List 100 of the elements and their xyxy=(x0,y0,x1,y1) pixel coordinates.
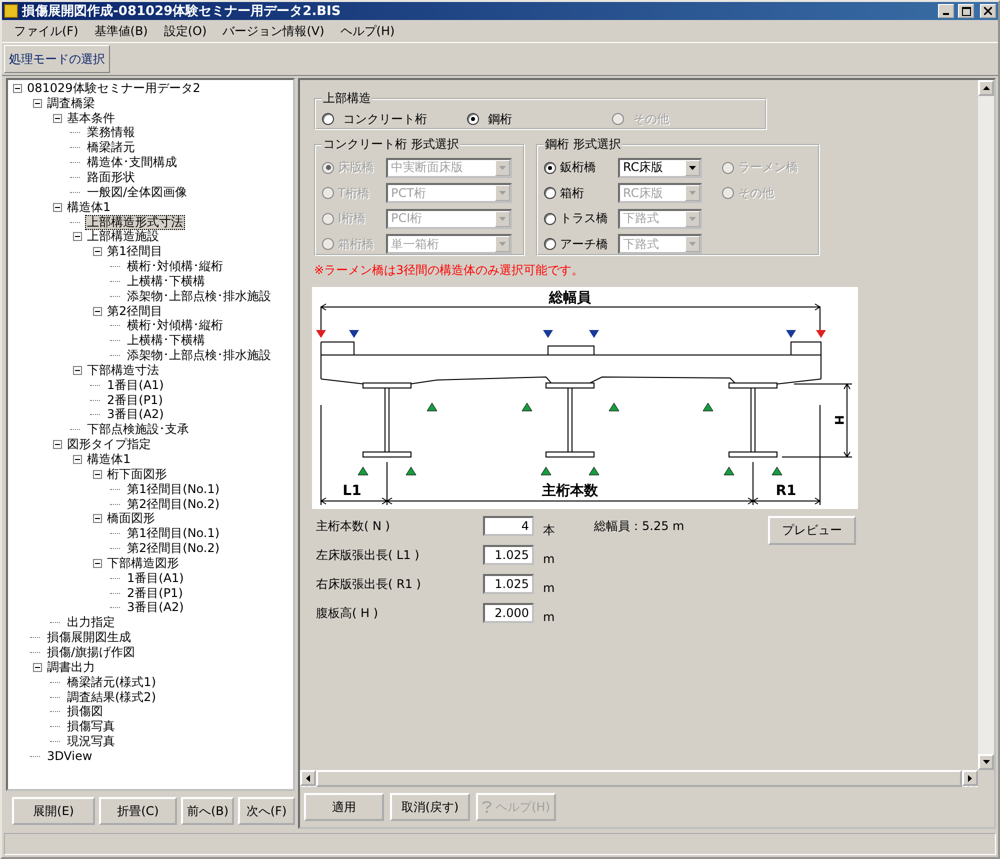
tree-item[interactable]: 調査橋梁 xyxy=(45,96,97,111)
tree-item[interactable]: 調書出力 xyxy=(45,660,97,675)
dimension-label: 総幅員 xyxy=(549,290,591,306)
radio-button[interactable] xyxy=(544,187,556,200)
input-field[interactable]: 2.000 xyxy=(483,603,534,623)
tree-item[interactable]: 第1径間目 xyxy=(105,244,165,260)
collapse-icon[interactable] xyxy=(33,98,42,108)
collapse-icon[interactable] xyxy=(53,440,62,450)
tree-item[interactable]: 3番目(A2) xyxy=(105,407,166,422)
tree-item[interactable]: 損傷写真 xyxy=(65,719,117,734)
collapse-icon[interactable] xyxy=(73,366,82,375)
dialog-button[interactable]: 取消(戻す) xyxy=(390,793,470,821)
tree-item[interactable]: 損傷/旗揚げ作図 xyxy=(45,644,138,660)
tree-item[interactable]: 桁下面図形 xyxy=(105,466,169,482)
menu-item[interactable]: ヘルプ(H) xyxy=(332,20,403,42)
tree-nav-button[interactable]: 次へ(F) xyxy=(238,797,295,825)
tree-nav-button[interactable]: 前へ(B) xyxy=(181,797,234,825)
radio-button[interactable] xyxy=(322,113,334,125)
menu-item[interactable]: ファイル(F) xyxy=(6,20,86,42)
tree-item[interactable]: 第1径間目(No.1) xyxy=(125,482,222,497)
scroll-left-icon[interactable] xyxy=(300,770,316,786)
mode-select-button[interactable]: 処理モードの選択 xyxy=(4,45,110,73)
tree-item[interactable]: 添架物･上部点検･排水施設 xyxy=(125,348,273,364)
radio-label: アーチ橋 xyxy=(560,236,609,253)
tree-item[interactable]: 1番目(A1) xyxy=(105,378,166,393)
tree-item[interactable]: 2番目(P1) xyxy=(125,586,185,601)
tree-item[interactable]: 損傷展開図生成 xyxy=(45,630,133,646)
collapse-icon[interactable] xyxy=(53,202,62,212)
tree-item[interactable]: 構造体1 xyxy=(65,200,113,215)
tree-item[interactable]: 上横構･下横構 xyxy=(125,333,207,348)
scroll-up-icon[interactable] xyxy=(978,80,994,96)
preview-button[interactable]: プレビュー xyxy=(768,516,856,545)
tree-item[interactable]: 081029体験セミナー用データ2 xyxy=(25,80,202,96)
maximize-button[interactable] xyxy=(958,4,974,18)
tree-item[interactable]: 上横構･下横構 xyxy=(125,274,207,289)
close-button[interactable] xyxy=(980,4,996,18)
radio-button[interactable] xyxy=(467,113,479,125)
tree-item[interactable]: 下部構造図形 xyxy=(105,556,181,571)
tree-item[interactable]: 3番目(A2) xyxy=(125,600,186,616)
field-label: 左床版張出長( L1 ) xyxy=(316,546,420,564)
tree-item[interactable]: 損傷図 xyxy=(65,704,105,720)
collapse-icon[interactable] xyxy=(13,84,22,93)
input-field[interactable]: 4 xyxy=(483,516,534,536)
input-field[interactable]: 1.025 xyxy=(483,574,534,594)
radio-button[interactable] xyxy=(544,212,556,225)
collapse-icon[interactable] xyxy=(93,514,102,524)
tree-nav-button[interactable]: 折畳(C) xyxy=(99,797,177,825)
tree-item[interactable]: 2番目(P1) xyxy=(105,392,165,408)
minimize-button[interactable] xyxy=(938,4,954,18)
radio-label: 箱桁 xyxy=(560,184,585,202)
tree-item[interactable]: 第2径間目(No.2) xyxy=(125,541,222,556)
tree-item[interactable]: 下部構造寸法 xyxy=(85,362,161,378)
tree-item[interactable]: 路面形状 xyxy=(85,170,137,185)
collapse-icon[interactable] xyxy=(73,232,82,242)
dialog-button[interactable]: 適用 xyxy=(304,793,384,821)
tree-item[interactable]: 横桁･対傾構･縦桁 xyxy=(125,318,225,334)
tree-item[interactable]: 橋面図形 xyxy=(105,511,157,526)
tree-item[interactable]: 一般図/全体図画像 xyxy=(85,184,190,200)
collapse-icon[interactable] xyxy=(93,558,102,568)
dropdown[interactable]: RC床版 xyxy=(618,158,702,178)
tree-item[interactable]: 出力指定 xyxy=(65,615,117,630)
radio-button[interactable] xyxy=(544,162,556,174)
tree-item[interactable]: 構造体･支間構成 xyxy=(85,155,179,170)
field-label: 腹板高( H ) xyxy=(316,604,380,622)
collapse-icon[interactable] xyxy=(93,470,102,479)
collapse-icon[interactable] xyxy=(93,306,102,316)
tree-item[interactable]: 橋梁諸元 xyxy=(85,140,137,156)
tree-item[interactable]: 図形タイプ指定 xyxy=(65,437,153,452)
menu-item[interactable]: 基準値(B) xyxy=(86,20,156,42)
tree-item[interactable]: 添架物･上部点検･排水施設 xyxy=(125,288,273,304)
tree-nav-button[interactable]: 展開(E) xyxy=(12,797,95,825)
tree-item[interactable]: 調査結果(様式2) xyxy=(65,690,158,705)
tree-item[interactable]: 構造体1 xyxy=(85,452,133,468)
scroll-right-icon[interactable] xyxy=(962,770,978,786)
tree-item[interactable]: 業務情報 xyxy=(85,125,137,140)
menu-item[interactable]: 設定(O) xyxy=(156,20,215,42)
tree-item[interactable]: 3DView xyxy=(45,748,94,764)
menu-item[interactable]: バージョン情報(V) xyxy=(214,20,332,42)
tree-item[interactable]: 現況写真 xyxy=(65,734,117,750)
tree-item[interactable]: 1番目(A1) xyxy=(125,570,186,586)
tree-item[interactable]: 横桁･対傾構･縦桁 xyxy=(125,259,225,274)
dimension-label: H xyxy=(832,414,846,426)
collapse-icon[interactable] xyxy=(73,455,82,464)
input-field[interactable]: 1.025 xyxy=(483,545,534,565)
radio-button[interactable] xyxy=(544,238,556,250)
tree-item[interactable]: 下部点検施設･支承 xyxy=(85,422,191,438)
tree-item[interactable]: 上部構造形式寸法 xyxy=(85,214,185,230)
tree-item[interactable]: 橋梁諸元(様式1) xyxy=(65,674,158,690)
collapse-icon[interactable] xyxy=(33,662,42,672)
collapse-icon[interactable] xyxy=(53,114,62,123)
scroll-down-icon[interactable] xyxy=(978,754,994,770)
tree-item[interactable]: 上部構造施設 xyxy=(85,229,161,244)
tree-item[interactable]: 第2径間目(No.2) xyxy=(125,496,222,512)
tree-item[interactable]: 第1径間目(No.1) xyxy=(125,526,222,542)
collapse-icon[interactable] xyxy=(93,247,102,256)
caret-icon[interactable] xyxy=(685,160,700,176)
tree-item[interactable]: 第2径間目 xyxy=(105,304,165,319)
group-title: コンクリート桁 形式選択 xyxy=(322,136,460,153)
radio-label: 鋼桁 xyxy=(488,110,512,128)
tree-item[interactable]: 基本条件 xyxy=(65,110,117,126)
